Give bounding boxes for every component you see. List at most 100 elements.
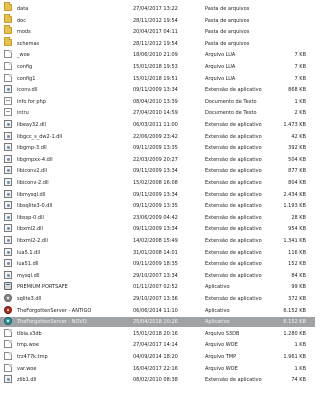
file-type: Extensão de aplicativo: [205, 87, 262, 94]
app-red-icon: [4, 305, 12, 314]
file-name: libxml2.dll: [17, 226, 43, 233]
file-date: 25/04/2018 20:26: [133, 319, 178, 326]
file-name: libgmp-3.dll: [17, 145, 47, 152]
file-type: Extensão de aplicativo: [205, 296, 262, 302]
file-size: 1 KB: [294, 365, 306, 372]
file-size: 1 KB: [294, 98, 306, 105]
file-row[interactable]: TheForgottenServer - ANTIGO 06/06/2014 11…: [0, 305, 315, 316]
file-size: 84 KB: [291, 272, 306, 279]
file-type: Extensão de aplicativo: [205, 249, 262, 256]
file-date: 08/02/2010 08:38: [133, 377, 178, 384]
file-date: 23/06/2009 04:42: [133, 214, 178, 221]
file-row[interactable]: libgmpxx-4.dll 22/03/2009 20:27 Extensão d…: [0, 154, 315, 165]
file-row[interactable]: trz477k.tmp 04/09/2014 18:20 Arquivo TMP 1.…: [0, 352, 315, 362]
file-date: 18/06/2010 21:09: [133, 52, 178, 59]
dll-icon: [4, 143, 12, 152]
file-size: 2.434 KB: [283, 191, 306, 198]
file-type: Pasta de arquivos: [205, 40, 250, 47]
file-type: Documento de Texto: [205, 110, 257, 117]
file-row[interactable]: libiconv2.dll 09/11/2009 13:34 Extensão de…: [0, 166, 315, 176]
file-size: 392 KB: [288, 145, 306, 152]
file-row[interactable]: doc 28/11/2012 19:54 Pasta de arquivos: [0, 13, 315, 26]
file-type: Extensão de aplicativo: [205, 180, 262, 186]
file-row[interactable]: config 15/01/2018 19:53 Arquivo LUA 7 KB: [0, 62, 315, 72]
file-size: 6.152 KB: [283, 319, 306, 326]
file-row[interactable]: iconv.dll 09/11/2009 13:34 Extensão de apl…: [0, 85, 315, 95]
file-type: Extensão de aplicativo: [205, 226, 262, 233]
file-row[interactable]: sqlite3.dll 29/10/2007 13:36 Extensão de a…: [0, 294, 315, 304]
file-date: 22/03/2009 20:27: [133, 156, 178, 163]
file-row[interactable]: mysql.dll 29/10/2007 13:34 Extensão de apl…: [0, 270, 315, 281]
file-row[interactable]: var.woe 16/04/2017 22:16 Arquivo WOE 1 KB: [0, 363, 315, 374]
file-name: intru: [17, 110, 29, 117]
file-size: 804 KB: [288, 180, 306, 186]
file-row[interactable]: zlib1.dll 08/02/2010 08:38 Extensão de apl…: [0, 375, 315, 385]
file-size: 877 KB: [288, 168, 306, 175]
file-icon: [4, 363, 12, 372]
file-row[interactable]: config1 15/01/2018 19:51 Arquivo LUA 7 KB: [0, 73, 315, 84]
file-type: Extensão de aplicativo: [205, 156, 262, 163]
file-date: 09/11/2009 13:34: [133, 226, 178, 233]
file-row[interactable]: lua51.dll 09/11/2009 18:35 Extensão de apl…: [0, 259, 315, 269]
file-date: 31/01/2008 14:01: [133, 249, 178, 256]
file-row[interactable]: tmp.woe 27/04/2017 14:14 Arquivo WOE 1 KB: [0, 340, 315, 350]
file-type: Extensão de aplicativo: [205, 272, 262, 279]
file-date: 08/04/2010 13:39: [133, 98, 178, 105]
file-name: libiconv2.dll: [17, 168, 47, 175]
file-name: tmp.woe: [17, 342, 39, 349]
file-type: Documento de Texto: [205, 98, 257, 105]
file-name: libgcc_s_dw2-1.dll: [17, 133, 63, 140]
file-row[interactable]: TheForgottenServer - NOVO 25/04/2018 20:2…: [0, 317, 315, 328]
file-row[interactable]: intru 27/04/2010 14:59 Documento de Texto 2…: [0, 108, 315, 118]
file-row[interactable]: libxml2-2.dll 14/02/2008 15:49 Extensão de…: [0, 236, 315, 246]
dll-icon: [4, 120, 12, 128]
file-icon: [4, 328, 12, 337]
file-row[interactable]: _woe 18/06/2010 21:09 Arquivo LUA 7 KB: [0, 50, 315, 60]
file-row[interactable]: libeay32.dll 06/03/2011 11:00 Extensão de …: [0, 120, 315, 130]
dll-icon: [4, 236, 12, 244]
file-row[interactable]: libgcc_s_dw2-1.dll 22/06/2009 23:42 Extens…: [0, 131, 315, 142]
file-row[interactable]: mods 20/04/2017 04:11 Pasta de arquivos: [0, 25, 315, 37]
file-name: data: [17, 6, 29, 12]
file-date: 29/10/2007 13:34: [133, 272, 178, 279]
text-file-icon: [4, 96, 12, 105]
file-type: Pasta de arquivos: [205, 17, 250, 24]
file-row[interactable]: libgmp-3.dll 09/11/2009 13:35 Extensão de …: [0, 143, 315, 153]
file-date: 15/01/2018 19:53: [133, 64, 178, 70]
file-row[interactable]: tibia.s3db 15/01/2018 20:16 Arquivo S3DB 1.…: [0, 328, 315, 339]
dll-icon: [4, 247, 12, 256]
file-size: 42 KB: [291, 133, 306, 140]
app-teal-icon: [4, 317, 12, 326]
file-row[interactable]: data 27/04/2017 13:22 Pasta de arquivos: [0, 2, 315, 14]
dll-icon: [4, 166, 12, 175]
file-name: var.woe: [17, 365, 37, 372]
file-row[interactable]: lua5.1.dll 31/01/2008 14:01 Extensão de ap…: [0, 247, 315, 258]
file-type: Extensão de aplicativo: [205, 203, 262, 210]
file-size: 152 KB: [288, 261, 306, 268]
file-row[interactable]: PREMIUM PORTSAFE 01/11/2007 02:52 Aplicati…: [0, 282, 315, 292]
file-name: doc: [17, 17, 26, 24]
file-icon: [4, 50, 12, 59]
file-row[interactable]: schemas 28/11/2012 19:54 Pasta de arquivos: [0, 36, 315, 49]
file-row[interactable]: libssp-0.dll 23/06/2009 04:42 Extensão de …: [0, 212, 315, 223]
file-name: mysql.dll: [17, 272, 40, 279]
file-type: Extensão de aplicativo: [205, 238, 262, 244]
file-name: mods: [17, 29, 31, 36]
file-name: TheForgottenServer - NOVO: [17, 319, 87, 326]
file-row[interactable]: libmysql.dll 09/11/2009 13:34 Extensão de …: [0, 189, 315, 200]
file-row[interactable]: info for php 08/04/2010 13:39 Documento de…: [0, 96, 315, 107]
file-name: config: [17, 64, 33, 70]
file-date: 06/06/2014 11:10: [133, 307, 178, 314]
dll-icon: [4, 178, 12, 186]
file-type: Extensão de aplicativo: [205, 261, 262, 268]
file-size: 868 KB: [288, 87, 306, 94]
file-row[interactable]: libiconv-2.dll 15/02/2008 16:08 Extensão d…: [0, 178, 315, 188]
file-size: 74 KB: [291, 377, 306, 384]
file-date: 16/04/2017 22:16: [133, 365, 178, 372]
file-size: 372 KB: [288, 296, 306, 302]
file-row[interactable]: libsqlite3-0.dll 09/11/2009 13:35 Extensão…: [0, 201, 315, 211]
file-row[interactable]: libxml2.dll 09/11/2009 13:34 Extensão de a…: [0, 224, 315, 234]
file-date: 09/11/2009 13:34: [133, 191, 178, 198]
file-type: Arquivo TMP: [205, 354, 237, 360]
file-name: trz477k.tmp: [17, 354, 48, 360]
